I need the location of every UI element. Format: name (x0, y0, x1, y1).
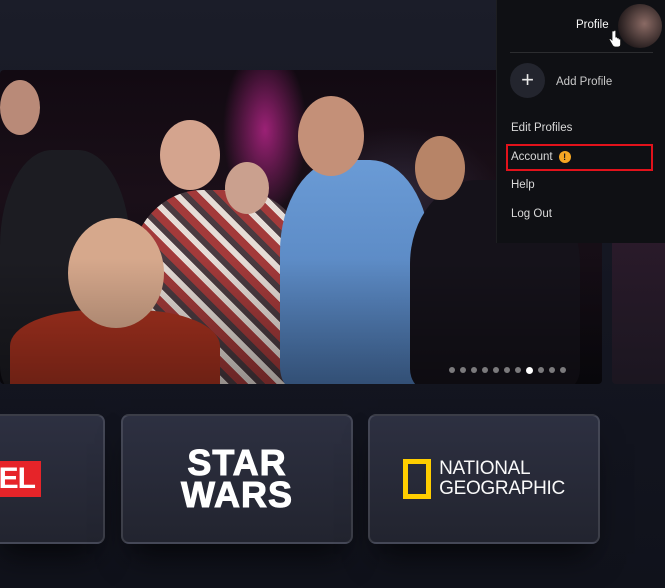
menu-item-log-out[interactable]: Log Out (511, 208, 552, 220)
profile-dropdown-menu: Profile + Add Profile Edit Profiles Acco… (496, 0, 665, 243)
plus-icon: + (510, 63, 545, 98)
menu-item-help[interactable]: Help (511, 179, 535, 191)
menu-divider (510, 52, 653, 53)
brand-tile-star-wars[interactable]: STAR WARS (121, 414, 353, 544)
profile-avatar[interactable] (618, 4, 662, 48)
carousel-dot[interactable] (560, 367, 566, 373)
national-geographic-logo: NATIONAL GEOGRAPHIC (403, 459, 565, 499)
add-profile-button[interactable]: + Add Profile (510, 63, 612, 98)
profile-name-label[interactable]: Profile (576, 19, 609, 31)
menu-item-edit-profiles[interactable]: Edit Profiles (511, 122, 572, 134)
carousel-dot[interactable] (493, 367, 499, 373)
carousel-dot[interactable] (515, 367, 521, 373)
carousel-dot[interactable] (538, 367, 544, 373)
marvel-logo: VEL (0, 461, 41, 497)
star-wars-logo: STAR WARS (181, 443, 293, 515)
carousel-pagination (449, 366, 566, 374)
carousel-dot[interactable] (526, 366, 533, 374)
natgeo-word-national: NATIONAL (439, 458, 531, 480)
carousel-dot[interactable] (460, 367, 466, 373)
carousel-dot[interactable] (504, 367, 510, 373)
brand-tile-marvel[interactable]: VEL (0, 414, 105, 544)
natgeo-yellow-frame-icon (403, 459, 432, 499)
carousel-dot[interactable] (471, 367, 477, 373)
pointer-cursor-icon (608, 30, 621, 48)
natgeo-word-geographic: GEOGRAPHIC (439, 478, 565, 499)
star-wars-logo-line2: WARS (181, 474, 293, 515)
brand-tile-national-geographic[interactable]: NATIONAL GEOGRAPHIC (368, 414, 600, 544)
natgeo-wordmark: NATIONAL GEOGRAPHIC (439, 459, 565, 499)
account-highlight-box (506, 144, 653, 171)
carousel-dot[interactable] (449, 367, 455, 373)
carousel-dot[interactable] (549, 367, 555, 373)
add-profile-label: Add Profile (556, 76, 613, 88)
plus-glyph: + (521, 66, 534, 92)
next-slide-peek[interactable] (612, 240, 665, 384)
carousel-dot[interactable] (482, 367, 488, 373)
